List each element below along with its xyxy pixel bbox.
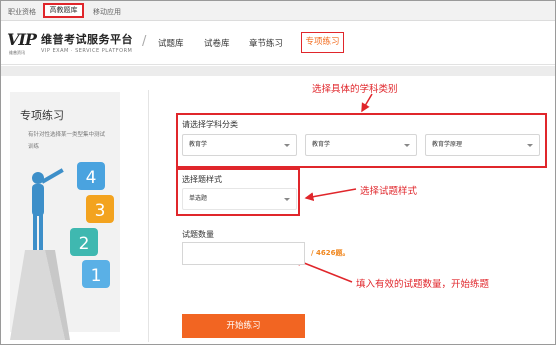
logo-mark-text: VIP <box>7 30 37 49</box>
subject-select-2-value: 教育学 <box>312 141 331 148</box>
topnav-item-mobile[interactable]: 移动应用 <box>93 7 121 17</box>
question-count-total-text: / 4626题。 <box>311 249 350 257</box>
annotation-subject: 选择具体的学科类别 <box>312 84 398 95</box>
site-title: 维普考试服务平台 <box>41 33 133 46</box>
block-4: 4 <box>77 162 105 190</box>
chevron-down-icon <box>404 144 410 147</box>
type-select-value: 单选题 <box>189 195 208 202</box>
block-3: 3 <box>86 195 114 223</box>
block-2-label: 2 <box>79 234 90 254</box>
chevron-down-icon <box>284 144 290 147</box>
annotation-type: 选择试题样式 <box>360 186 418 197</box>
count-label: 试题数量 <box>182 230 214 239</box>
panel-title: 专项练习 <box>20 109 64 122</box>
chevron-down-icon <box>284 198 290 201</box>
header-divider: / <box>142 34 147 49</box>
start-practice-button[interactable]: 开始练习 <box>182 314 305 338</box>
subject-select-3-value: 教育学原理 <box>432 141 463 148</box>
topnav-item-higher-edu[interactable]: 高教题库 <box>43 3 84 18</box>
logo-subtitle: 维普资讯 <box>9 50 25 55</box>
block-2: 2 <box>70 228 98 256</box>
block-3-label: 3 <box>95 201 106 221</box>
tab-special-practice[interactable]: 专项练习 <box>301 32 344 53</box>
annotation-count: 填入有效的试题数量，开始练题 <box>356 279 490 290</box>
block-1: 1 <box>82 260 110 288</box>
site-subtitle: VIP EXAM · SERVICE PLATFORM <box>41 48 133 54</box>
block-4-label: 4 <box>86 168 97 188</box>
tab-question-bank[interactable]: 试题库 <box>158 37 184 49</box>
chevron-down-icon <box>527 144 533 147</box>
subject-select-2[interactable]: 教育学 <box>305 134 417 156</box>
block-1-label: 1 <box>91 266 102 286</box>
column-divider <box>148 90 149 342</box>
site-header: VIP 维普资讯 维普考试服务平台 VIP EXAM · SERVICE PLA… <box>1 21 555 65</box>
subject-select-1[interactable]: 教育学 <box>182 134 297 156</box>
subject-select-1-value: 教育学 <box>189 141 208 148</box>
subject-label: 请选择学科分类 <box>182 120 238 129</box>
question-count-total: / 4626题。 <box>311 248 349 258</box>
header-band <box>1 66 555 76</box>
tab-chapter-practice[interactable]: 章节练习 <box>249 37 283 49</box>
question-count-input[interactable] <box>182 242 305 265</box>
subject-select-3[interactable]: 教育学原理 <box>425 134 540 156</box>
type-select[interactable]: 单选题 <box>182 188 297 210</box>
tab-paper-bank[interactable]: 试卷库 <box>204 37 230 49</box>
topnav-item-professional[interactable]: 职业资格 <box>8 7 36 17</box>
top-nav: 职业资格 高教题库 移动应用 <box>1 1 555 21</box>
stacked-blocks-illustration: 4 3 2 1 <box>10 162 114 340</box>
logo-mark[interactable]: VIP <box>7 30 37 49</box>
type-label: 选择题样式 <box>182 175 222 184</box>
